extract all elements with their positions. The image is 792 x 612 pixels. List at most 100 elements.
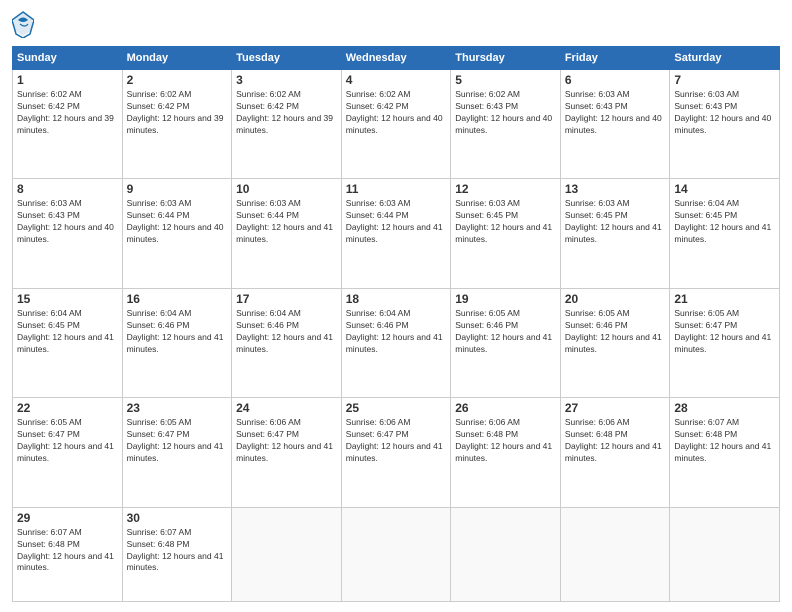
table-row: 2 Sunrise: 6:02 AMSunset: 6:42 PMDaylight… bbox=[122, 70, 232, 179]
table-row: 21 Sunrise: 6:05 AMSunset: 6:47 PMDayligh… bbox=[670, 288, 780, 397]
table-row bbox=[451, 507, 561, 601]
day-info: Sunrise: 6:02 AMSunset: 6:42 PMDaylight:… bbox=[127, 89, 228, 137]
table-row: 11 Sunrise: 6:03 AMSunset: 6:44 PMDayligh… bbox=[341, 179, 451, 288]
table-row: 7 Sunrise: 6:03 AMSunset: 6:43 PMDaylight… bbox=[670, 70, 780, 179]
logo bbox=[12, 10, 38, 38]
day-info: Sunrise: 6:03 AMSunset: 6:44 PMDaylight:… bbox=[127, 198, 228, 246]
day-info: Sunrise: 6:03 AMSunset: 6:45 PMDaylight:… bbox=[565, 198, 666, 246]
day-info: Sunrise: 6:02 AMSunset: 6:43 PMDaylight:… bbox=[455, 89, 556, 137]
day-number: 20 bbox=[565, 292, 666, 306]
col-monday: Monday bbox=[122, 47, 232, 70]
day-number: 16 bbox=[127, 292, 228, 306]
day-info: Sunrise: 6:02 AMSunset: 6:42 PMDaylight:… bbox=[346, 89, 447, 137]
day-number: 14 bbox=[674, 182, 775, 196]
day-number: 11 bbox=[346, 182, 447, 196]
day-info: Sunrise: 6:07 AMSunset: 6:48 PMDaylight:… bbox=[17, 527, 118, 575]
day-info: Sunrise: 6:03 AMSunset: 6:45 PMDaylight:… bbox=[455, 198, 556, 246]
day-number: 3 bbox=[236, 73, 337, 87]
table-row: 23 Sunrise: 6:05 AMSunset: 6:47 PMDayligh… bbox=[122, 398, 232, 507]
day-number: 23 bbox=[127, 401, 228, 415]
table-row: 15Sunrise: 6:04 AMSunset: 6:45 PMDayligh… bbox=[13, 288, 123, 397]
table-row: 9 Sunrise: 6:03 AMSunset: 6:44 PMDaylight… bbox=[122, 179, 232, 288]
day-number: 19 bbox=[455, 292, 556, 306]
table-row: 13Sunrise: 6:03 AMSunset: 6:45 PMDayligh… bbox=[560, 179, 670, 288]
calendar-table: Sunday Monday Tuesday Wednesday Thursday… bbox=[12, 46, 780, 602]
day-number: 4 bbox=[346, 73, 447, 87]
day-info: Sunrise: 6:05 AMSunset: 6:47 PMDaylight:… bbox=[17, 417, 118, 465]
day-number: 26 bbox=[455, 401, 556, 415]
header bbox=[12, 10, 780, 38]
day-info: Sunrise: 6:06 AMSunset: 6:48 PMDaylight:… bbox=[455, 417, 556, 465]
day-number: 25 bbox=[346, 401, 447, 415]
day-number: 18 bbox=[346, 292, 447, 306]
day-number: 29 bbox=[17, 511, 118, 525]
table-row: 25 Sunrise: 6:06 AMSunset: 6:47 PMDayligh… bbox=[341, 398, 451, 507]
table-row bbox=[341, 507, 451, 601]
day-info: Sunrise: 6:02 AMSunset: 6:42 PMDaylight:… bbox=[17, 89, 118, 137]
table-row: 3 Sunrise: 6:02 AMSunset: 6:42 PMDaylight… bbox=[232, 70, 342, 179]
table-row: 8 Sunrise: 6:03 AMSunset: 6:43 PMDaylight… bbox=[13, 179, 123, 288]
table-row: 12 Sunrise: 6:03 AMSunset: 6:45 PMDayligh… bbox=[451, 179, 561, 288]
day-info: Sunrise: 6:04 AMSunset: 6:46 PMDaylight:… bbox=[236, 308, 337, 356]
table-row bbox=[560, 507, 670, 601]
col-saturday: Saturday bbox=[670, 47, 780, 70]
table-row bbox=[232, 507, 342, 601]
day-info: Sunrise: 6:02 AMSunset: 6:42 PMDaylight:… bbox=[236, 89, 337, 137]
table-row: 4 Sunrise: 6:02 AMSunset: 6:42 PMDaylight… bbox=[341, 70, 451, 179]
day-info: Sunrise: 6:03 AMSunset: 6:43 PMDaylight:… bbox=[565, 89, 666, 137]
col-sunday: Sunday bbox=[13, 47, 123, 70]
logo-icon bbox=[12, 10, 34, 38]
day-number: 30 bbox=[127, 511, 228, 525]
day-info: Sunrise: 6:05 AMSunset: 6:46 PMDaylight:… bbox=[565, 308, 666, 356]
day-info: Sunrise: 6:07 AMSunset: 6:48 PMDaylight:… bbox=[674, 417, 775, 465]
day-info: Sunrise: 6:04 AMSunset: 6:45 PMDaylight:… bbox=[674, 198, 775, 246]
table-row: 24 Sunrise: 6:06 AMSunset: 6:47 PMDayligh… bbox=[232, 398, 342, 507]
col-wednesday: Wednesday bbox=[341, 47, 451, 70]
table-row: 29 Sunrise: 6:07 AMSunset: 6:48 PMDayligh… bbox=[13, 507, 123, 601]
day-number: 15 bbox=[17, 292, 118, 306]
day-number: 22 bbox=[17, 401, 118, 415]
table-row: 28 Sunrise: 6:07 AMSunset: 6:48 PMDayligh… bbox=[670, 398, 780, 507]
day-info: Sunrise: 6:07 AMSunset: 6:48 PMDaylight:… bbox=[127, 527, 228, 575]
table-row: 1 Sunrise: 6:02 AMSunset: 6:42 PMDaylight… bbox=[13, 70, 123, 179]
table-row: 14 Sunrise: 6:04 AMSunset: 6:45 PMDayligh… bbox=[670, 179, 780, 288]
col-thursday: Thursday bbox=[451, 47, 561, 70]
day-number: 10 bbox=[236, 182, 337, 196]
day-number: 21 bbox=[674, 292, 775, 306]
day-info: Sunrise: 6:06 AMSunset: 6:48 PMDaylight:… bbox=[565, 417, 666, 465]
day-info: Sunrise: 6:06 AMSunset: 6:47 PMDaylight:… bbox=[236, 417, 337, 465]
calendar-page: Sunday Monday Tuesday Wednesday Thursday… bbox=[0, 0, 792, 612]
day-number: 17 bbox=[236, 292, 337, 306]
table-row: 27Sunrise: 6:06 AMSunset: 6:48 PMDayligh… bbox=[560, 398, 670, 507]
day-info: Sunrise: 6:03 AMSunset: 6:44 PMDaylight:… bbox=[236, 198, 337, 246]
day-number: 8 bbox=[17, 182, 118, 196]
col-tuesday: Tuesday bbox=[232, 47, 342, 70]
day-info: Sunrise: 6:04 AMSunset: 6:46 PMDaylight:… bbox=[346, 308, 447, 356]
day-info: Sunrise: 6:03 AMSunset: 6:43 PMDaylight:… bbox=[17, 198, 118, 246]
table-row: 10 Sunrise: 6:03 AMSunset: 6:44 PMDayligh… bbox=[232, 179, 342, 288]
table-row bbox=[670, 507, 780, 601]
day-info: Sunrise: 6:06 AMSunset: 6:47 PMDaylight:… bbox=[346, 417, 447, 465]
day-info: Sunrise: 6:03 AMSunset: 6:43 PMDaylight:… bbox=[674, 89, 775, 137]
day-number: 28 bbox=[674, 401, 775, 415]
day-number: 6 bbox=[565, 73, 666, 87]
day-info: Sunrise: 6:05 AMSunset: 6:46 PMDaylight:… bbox=[455, 308, 556, 356]
day-info: Sunrise: 6:05 AMSunset: 6:47 PMDaylight:… bbox=[674, 308, 775, 356]
day-info: Sunrise: 6:05 AMSunset: 6:47 PMDaylight:… bbox=[127, 417, 228, 465]
day-number: 24 bbox=[236, 401, 337, 415]
table-row: 30 Sunrise: 6:07 AMSunset: 6:48 PMDayligh… bbox=[122, 507, 232, 601]
day-number: 9 bbox=[127, 182, 228, 196]
table-row: 6 Sunrise: 6:03 AMSunset: 6:43 PMDaylight… bbox=[560, 70, 670, 179]
day-info: Sunrise: 6:03 AMSunset: 6:44 PMDaylight:… bbox=[346, 198, 447, 246]
day-number: 5 bbox=[455, 73, 556, 87]
day-number: 12 bbox=[455, 182, 556, 196]
day-number: 2 bbox=[127, 73, 228, 87]
calendar-header-row: Sunday Monday Tuesday Wednesday Thursday… bbox=[13, 47, 780, 70]
day-number: 1 bbox=[17, 73, 118, 87]
table-row: 18 Sunrise: 6:04 AMSunset: 6:46 PMDayligh… bbox=[341, 288, 451, 397]
table-row: 5 Sunrise: 6:02 AMSunset: 6:43 PMDaylight… bbox=[451, 70, 561, 179]
day-number: 7 bbox=[674, 73, 775, 87]
table-row: 17 Sunrise: 6:04 AMSunset: 6:46 PMDayligh… bbox=[232, 288, 342, 397]
table-row: 19 Sunrise: 6:05 AMSunset: 6:46 PMDayligh… bbox=[451, 288, 561, 397]
table-row: 26 Sunrise: 6:06 AMSunset: 6:48 PMDayligh… bbox=[451, 398, 561, 507]
